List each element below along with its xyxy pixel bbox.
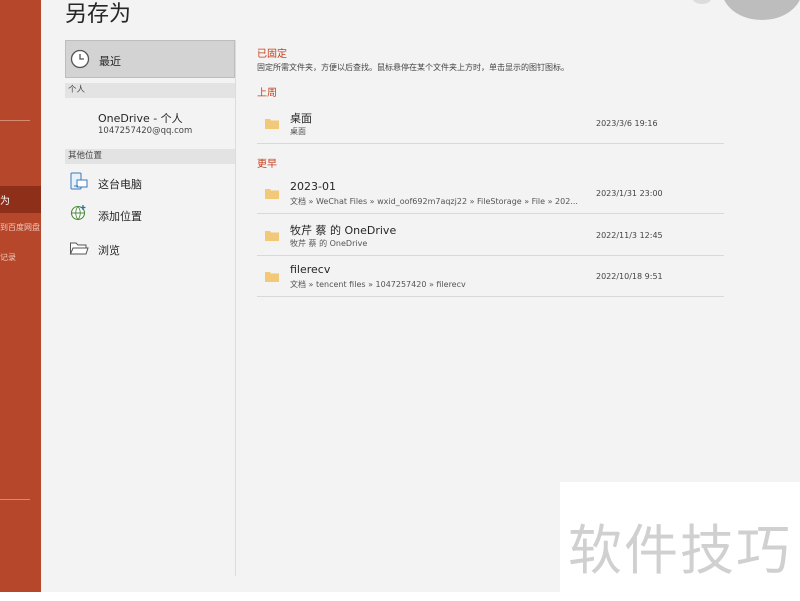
location-recent-label: 最近 xyxy=(99,55,121,68)
pane-divider xyxy=(235,40,236,576)
onedrive-email: 1047257420@qq.com xyxy=(98,126,193,136)
folder-name: 2023-01 xyxy=(290,180,336,193)
location-browse[interactable]: 浏览 xyxy=(65,232,235,266)
folder-date: 2022/10/18 9:51 xyxy=(596,272,663,281)
folder-date: 2023/3/6 19:16 xyxy=(596,119,658,128)
folder-icon xyxy=(265,272,279,282)
nav-item-history[interactable]: 记录 xyxy=(0,252,41,263)
locations-pane: 最近 个人 OneDrive - 个人 1047257420@qq.com 其他… xyxy=(65,40,235,266)
folder-name: 桌面 xyxy=(290,112,312,125)
globe-add-icon xyxy=(70,205,86,221)
folder-icon xyxy=(265,119,279,129)
folder-row[interactable]: filerecv 文档 » tencent files » 1047257420… xyxy=(257,256,724,297)
watermark: 软件技巧 xyxy=(560,482,800,594)
location-recent[interactable]: 最近 xyxy=(65,40,235,78)
location-add-place[interactable]: 添加位置 xyxy=(65,198,235,232)
nav-divider xyxy=(0,499,30,500)
last-week-heading: 上周 xyxy=(257,88,277,99)
watermark-text: 软件技巧 xyxy=(568,519,792,582)
folder-name: 牧芹 蔡 的 OneDrive xyxy=(290,224,397,237)
folder-date: 2022/11/3 12:45 xyxy=(596,231,663,240)
location-browse-label: 浏览 xyxy=(98,244,120,257)
location-this-pc-label: 这台电脑 xyxy=(98,178,142,191)
folder-row[interactable]: 2023-01 文档 » WeChat Files » wxid_oof692m… xyxy=(257,173,724,214)
location-this-pc[interactable]: 这台电脑 xyxy=(65,164,235,198)
folder-icon xyxy=(265,189,279,199)
header-decoration xyxy=(692,0,712,4)
nav-item-save-to-baidu[interactable]: 到百度网盘 xyxy=(0,222,41,233)
pinned-hint: 固定所需文件夹，方便以后查找。鼠标悬停在某个文件夹上方时，单击显示的图钉图标。 xyxy=(257,63,569,72)
folder-icon xyxy=(265,231,279,241)
nav-item-save-as[interactable]: 为 xyxy=(0,186,41,213)
backstage-nav: 为 到百度网盘 记录 xyxy=(0,0,41,601)
account-avatar[interactable] xyxy=(722,0,800,20)
nav-divider xyxy=(0,120,30,121)
location-onedrive[interactable]: OneDrive - 个人 1047257420@qq.com xyxy=(65,98,235,144)
onedrive-name: OneDrive - 个人 xyxy=(98,112,183,125)
folder-name: filerecv xyxy=(290,263,331,276)
folder-path: 桌面 xyxy=(290,127,306,136)
pinned-heading: 已固定 xyxy=(257,49,287,60)
nav-item-save-as-label: 为 xyxy=(0,196,10,207)
section-personal: 个人 xyxy=(65,83,235,98)
open-folder-icon xyxy=(69,242,89,255)
folder-row[interactable]: 桌面 桌面 2023/3/6 19:16 xyxy=(257,103,724,144)
page-title: 另存为 xyxy=(65,2,132,27)
folder-path: 文档 » tencent files » 1047257420 » filere… xyxy=(290,280,466,289)
location-add-place-label: 添加位置 xyxy=(98,210,142,223)
computer-icon xyxy=(70,172,88,190)
folder-date: 2023/1/31 23:00 xyxy=(596,189,663,198)
folder-path: 文档 » WeChat Files » wxid_oof692m7aqzj22 … xyxy=(290,197,578,206)
clock-icon xyxy=(70,49,90,69)
earlier-heading: 更早 xyxy=(257,159,277,170)
folder-path: 牧芹 蔡 的 OneDrive xyxy=(290,239,368,248)
section-other-locations: 其他位置 xyxy=(65,149,235,164)
folder-row[interactable]: 牧芹 蔡 的 OneDrive 牧芹 蔡 的 OneDrive 2022/11/… xyxy=(257,215,724,256)
